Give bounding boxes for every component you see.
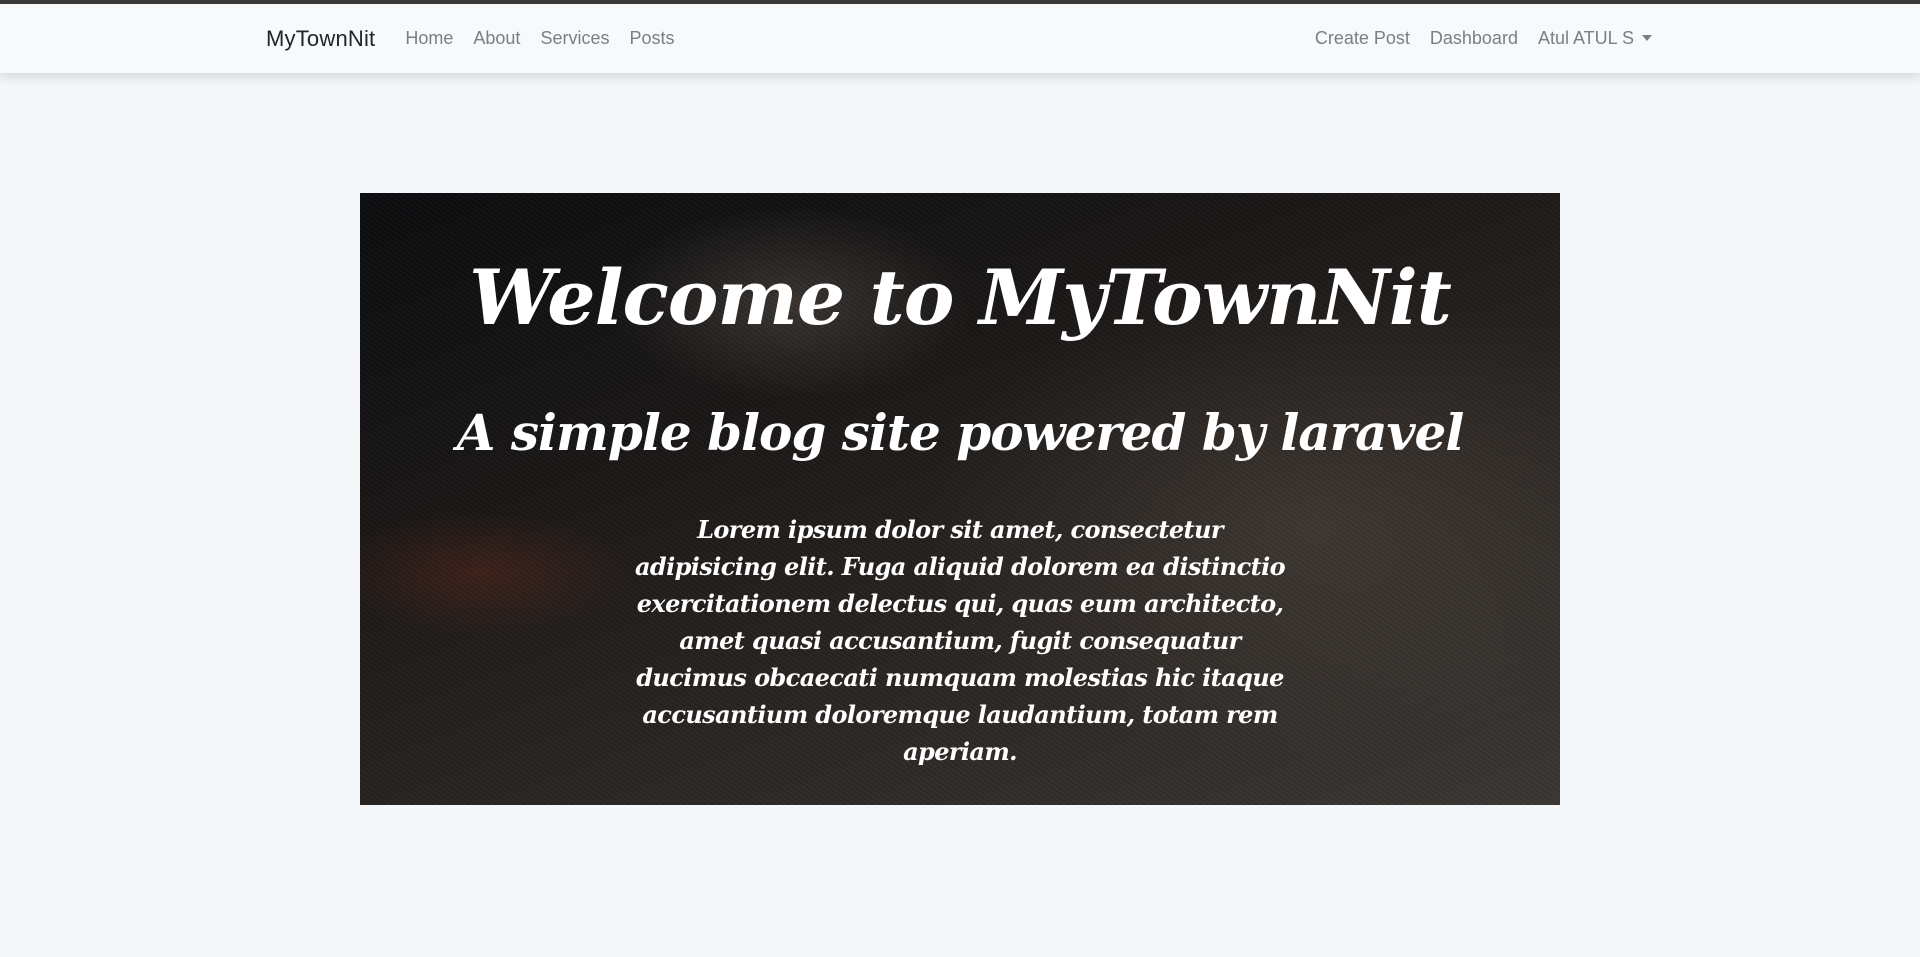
- hero-subtitle: A simple blog site powered by laravel: [456, 403, 1465, 462]
- brand-link[interactable]: MyTownNit: [266, 26, 375, 52]
- user-menu-label: Atul ATUL S: [1537, 28, 1634, 48]
- caret-down-icon: [1642, 35, 1652, 41]
- navbar: MyTownNit Home About Services Posts Crea…: [0, 4, 1920, 73]
- nav-link-about[interactable]: About: [463, 28, 530, 49]
- hero-title: Welcome to MyTownNit: [469, 253, 1452, 342]
- nav-link-dashboard[interactable]: Dashboard: [1420, 28, 1528, 49]
- nav-link-create-post[interactable]: Create Post: [1305, 28, 1420, 49]
- nav-link-services[interactable]: Services: [530, 28, 619, 49]
- nav-link-home[interactable]: Home: [395, 28, 463, 49]
- navbar-container: MyTownNit Home About Services Posts Crea…: [266, 4, 1662, 73]
- hero-paragraph: Lorem ipsum dolor sit amet, consectetur …: [634, 515, 1286, 766]
- user-menu-dropdown[interactable]: Atul ATUL S: [1528, 28, 1662, 49]
- hero-banner: Welcome to MyTownNit A simple blog site …: [360, 193, 1560, 805]
- nav-link-posts[interactable]: Posts: [619, 28, 684, 49]
